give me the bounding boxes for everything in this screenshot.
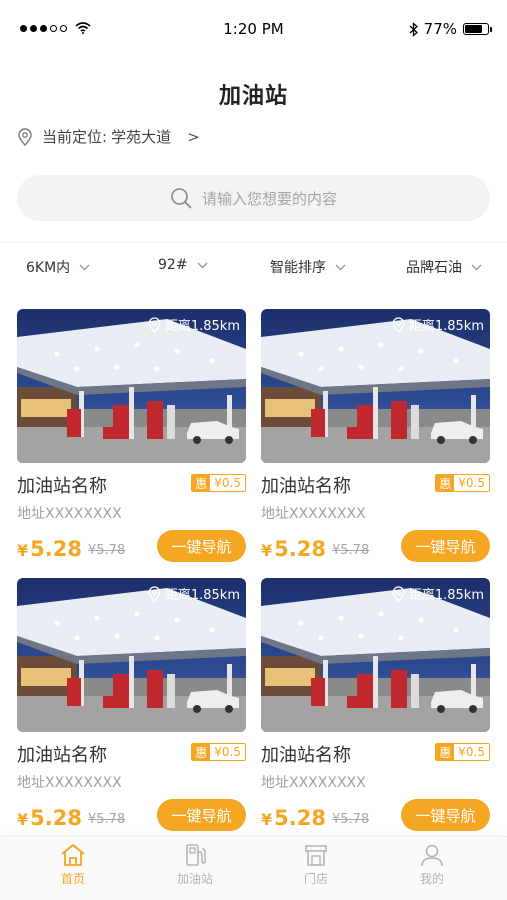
tab-label: 加油站 bbox=[176, 872, 213, 886]
search-icon bbox=[170, 187, 192, 209]
status-right: 77% bbox=[409, 20, 492, 38]
station-card[interactable]: 距离1.85km 加油站名称 惠 ¥0.5 地址XXXXXXXX ¥5.28 ¥… bbox=[261, 309, 490, 562]
store-icon bbox=[305, 845, 327, 866]
filter-distance[interactable]: 6KM内 bbox=[26, 257, 90, 277]
filter-label: 6KM内 bbox=[26, 260, 71, 276]
user-icon bbox=[421, 844, 443, 867]
tab-store[interactable]: 门店 bbox=[276, 843, 356, 887]
navigate-button[interactable]: 一键导航 bbox=[157, 530, 246, 562]
location-pin-icon bbox=[148, 585, 161, 602]
distance-badge: 距离1.85km bbox=[392, 315, 484, 334]
discount-tag: 惠 bbox=[436, 475, 455, 491]
current-location[interactable]: 当前定位: 学苑大道 > bbox=[18, 126, 200, 147]
location-arrow: > bbox=[187, 127, 200, 146]
navigate-button[interactable]: 一键导航 bbox=[401, 530, 490, 562]
distance-text: 距离1.85km bbox=[164, 319, 240, 334]
tab-profile[interactable]: 我的 bbox=[392, 843, 472, 887]
location-pin-icon bbox=[392, 316, 405, 333]
station-name: 加油站名称 bbox=[261, 745, 351, 766]
bluetooth-icon bbox=[409, 21, 418, 37]
discount-badge: 惠 ¥0.5 bbox=[435, 743, 490, 761]
bottom-tab-bar: 首页 加油站 门店 我的 bbox=[0, 836, 507, 900]
tab-home[interactable]: 首页 bbox=[33, 843, 113, 887]
location-label: 当前定位: bbox=[42, 128, 108, 146]
location-pin-icon bbox=[18, 127, 32, 146]
discount-tag: 惠 bbox=[192, 475, 211, 491]
chevron-down-icon bbox=[79, 264, 90, 271]
station-old-price: ¥5.78 bbox=[88, 812, 126, 827]
search-input[interactable]: 请输入您想要的内容 bbox=[17, 175, 490, 221]
filter-label: 品牌石油 bbox=[406, 260, 462, 276]
battery-percent: 77% bbox=[423, 20, 457, 38]
station-price: ¥5.28 bbox=[261, 537, 326, 561]
station-address: 地址XXXXXXXX bbox=[17, 775, 122, 791]
home-icon bbox=[61, 844, 85, 866]
station-address: 地址XXXXXXXX bbox=[261, 506, 366, 522]
station-price: ¥5.28 bbox=[17, 537, 82, 561]
filter-brand[interactable]: 品牌石油 bbox=[406, 257, 482, 277]
filter-sort[interactable]: 智能排序 bbox=[270, 257, 346, 277]
price-symbol: ¥ bbox=[261, 810, 273, 829]
filter-fuel-grade[interactable]: 92# bbox=[158, 257, 208, 273]
discount-badge: 惠 ¥0.5 bbox=[435, 474, 490, 492]
discount-value: ¥0.5 bbox=[458, 745, 485, 759]
station-card[interactable]: 距离1.85km 加油站名称 惠 ¥0.5 地址XXXXXXXX ¥5.28 ¥… bbox=[261, 578, 490, 831]
discount-tag: 惠 bbox=[192, 744, 211, 760]
price-symbol: ¥ bbox=[261, 541, 273, 560]
tab-label: 门店 bbox=[303, 872, 328, 886]
price-value: 5.28 bbox=[274, 537, 326, 561]
price-symbol: ¥ bbox=[17, 810, 29, 829]
filter-label: 92# bbox=[158, 257, 188, 273]
distance-badge: 距离1.85km bbox=[392, 584, 484, 603]
price-value: 5.28 bbox=[274, 806, 326, 830]
distance-badge: 距离1.85km bbox=[148, 584, 240, 603]
station-old-price: ¥5.78 bbox=[88, 543, 126, 558]
station-name: 加油站名称 bbox=[17, 745, 107, 766]
page-title: 加油站 bbox=[218, 84, 288, 109]
location-value: 学苑大道 bbox=[111, 128, 172, 146]
discount-badge: 惠 ¥0.5 bbox=[191, 474, 246, 492]
discount-value: ¥0.5 bbox=[214, 745, 241, 759]
price-symbol: ¥ bbox=[17, 541, 29, 560]
station-card[interactable]: 距离1.85km 加油站名称 惠 ¥0.5 地址XXXXXXXX ¥5.28 ¥… bbox=[17, 578, 246, 831]
chevron-down-icon bbox=[335, 264, 346, 271]
chevron-down-icon bbox=[197, 262, 208, 269]
tab-label: 首页 bbox=[60, 872, 85, 886]
distance-text: 距离1.85km bbox=[408, 319, 484, 334]
filter-label: 智能排序 bbox=[270, 260, 326, 276]
battery-icon bbox=[463, 23, 492, 35]
discount-value: ¥0.5 bbox=[214, 476, 241, 490]
price-value: 5.28 bbox=[30, 806, 82, 830]
search-placeholder: 请输入您想要的内容 bbox=[201, 189, 337, 208]
filter-bar: 6KM内 92# 智能排序 品牌石油 bbox=[0, 242, 507, 288]
station-card[interactable]: 距离1.85km 加油站名称 惠 ¥0.5 地址XXXXXXXX ¥5.28 ¥… bbox=[17, 309, 246, 562]
station-price: ¥5.28 bbox=[17, 806, 82, 830]
station-old-price: ¥5.78 bbox=[332, 812, 370, 827]
price-value: 5.28 bbox=[30, 537, 82, 561]
discount-value: ¥0.5 bbox=[458, 476, 485, 490]
navigate-button[interactable]: 一键导航 bbox=[401, 799, 490, 831]
station-address: 地址XXXXXXXX bbox=[261, 775, 366, 791]
station-price: ¥5.28 bbox=[261, 806, 326, 830]
status-bar: 1:20 PM 77% bbox=[0, 0, 507, 62]
tab-label: 我的 bbox=[419, 872, 444, 886]
station-address: 地址XXXXXXXX bbox=[17, 506, 122, 522]
location-pin-icon bbox=[392, 585, 405, 602]
distance-text: 距离1.85km bbox=[164, 588, 240, 603]
chevron-down-icon bbox=[471, 264, 482, 271]
discount-tag: 惠 bbox=[436, 744, 455, 760]
location-pin-icon bbox=[148, 316, 161, 333]
navigate-button[interactable]: 一键导航 bbox=[157, 799, 246, 831]
distance-badge: 距离1.85km bbox=[148, 315, 240, 334]
station-old-price: ¥5.78 bbox=[332, 543, 370, 558]
distance-text: 距离1.85km bbox=[408, 588, 484, 603]
fuel-pump-icon bbox=[186, 844, 206, 866]
tab-gas-station[interactable]: 加油站 bbox=[155, 843, 235, 887]
station-name: 加油站名称 bbox=[17, 476, 107, 497]
station-name: 加油站名称 bbox=[261, 476, 351, 497]
discount-badge: 惠 ¥0.5 bbox=[191, 743, 246, 761]
